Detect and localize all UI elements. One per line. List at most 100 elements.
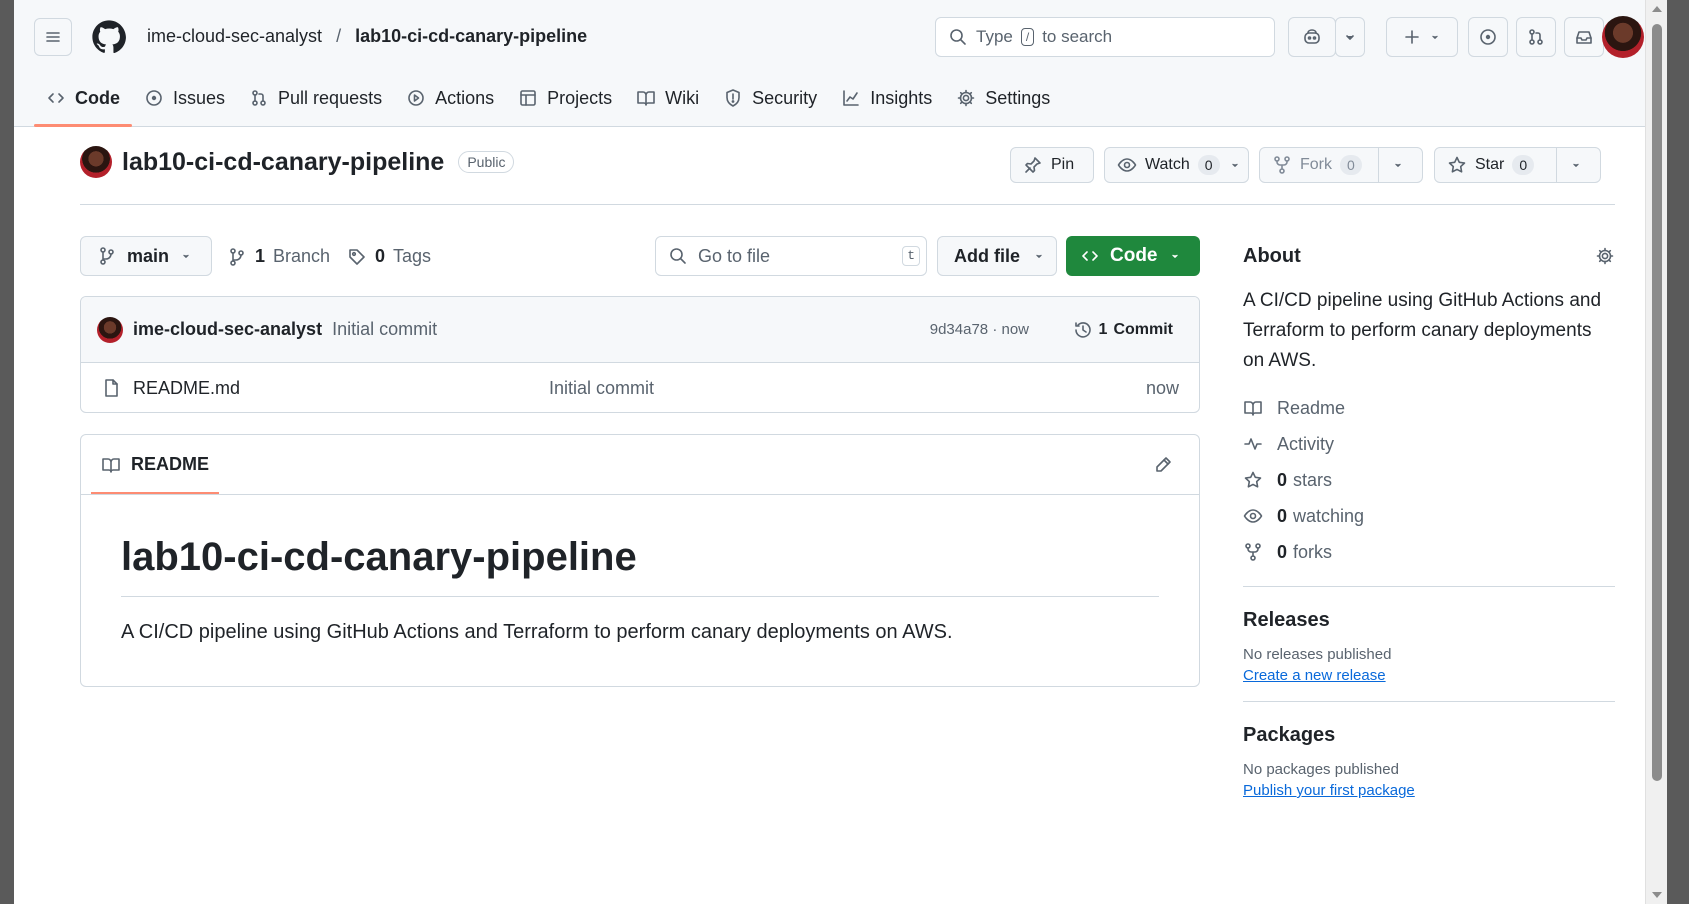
file-commit-message[interactable]: Initial commit: [549, 378, 654, 399]
repo-nav-tabs: Code Issues Pull requests Actions Projec…: [34, 80, 1062, 127]
commit-author[interactable]: ime-cloud-sec-analyst: [133, 319, 322, 340]
watching-link[interactable]: 0 watching: [1243, 498, 1615, 534]
pencil-icon: [1156, 457, 1171, 472]
star-dropdown[interactable]: [1556, 148, 1595, 182]
branch-selector[interactable]: main: [80, 236, 212, 276]
search-input[interactable]: Type / to search: [935, 17, 1275, 57]
tab-pull-requests[interactable]: Pull requests: [237, 80, 394, 116]
scrollbar-thumb[interactable]: [1652, 24, 1662, 781]
add-file-button[interactable]: Add file: [937, 236, 1057, 276]
fork-dropdown[interactable]: [1378, 148, 1417, 182]
pin-button[interactable]: Pin: [1010, 147, 1094, 183]
breadcrumb-owner-link[interactable]: ime-cloud-sec-analyst: [147, 26, 322, 47]
tab-issues[interactable]: Issues: [132, 80, 237, 116]
releases-heading[interactable]: Releases: [1243, 609, 1615, 632]
github-logo-icon[interactable]: [90, 18, 128, 56]
copilot-dropdown-button[interactable]: [1335, 17, 1365, 57]
publish-package-link[interactable]: Publish your first package: [1243, 782, 1415, 799]
create-release-link[interactable]: Create a new release: [1243, 667, 1386, 684]
readme-link[interactable]: Readme: [1243, 390, 1615, 426]
activity-link[interactable]: Activity: [1243, 426, 1615, 462]
copilot-button[interactable]: [1288, 17, 1336, 57]
commits-history-link[interactable]: 1 Commit: [1073, 320, 1173, 340]
tab-code[interactable]: Code: [34, 80, 132, 127]
star-icon: [1448, 156, 1466, 173]
chevron-down-icon: [1231, 163, 1238, 167]
code-icon: [1082, 251, 1098, 261]
tab-security[interactable]: Security: [711, 80, 829, 116]
owner-avatar[interactable]: [80, 146, 112, 178]
eye-icon: [1117, 158, 1137, 172]
commit-author-avatar[interactable]: [97, 316, 123, 343]
tab-wiki[interactable]: Wiki: [624, 80, 711, 116]
scroll-up-arrow-icon[interactable]: [1652, 6, 1662, 12]
add-file-label: Add file: [954, 245, 1020, 266]
readme-body: A CI/CD pipeline using GitHub Actions an…: [121, 621, 953, 643]
packages-heading[interactable]: Packages: [1243, 724, 1615, 747]
readme-panel: README lab10-ci-cd-canary-pipeline A CI/…: [80, 434, 1200, 687]
pull-requests-button[interactable]: [1516, 17, 1556, 57]
tab-label: Pull requests: [278, 87, 383, 108]
watch-button[interactable]: Watch 0: [1104, 147, 1249, 183]
fork-label: Fork: [1300, 156, 1332, 173]
forks-link[interactable]: 0 forks: [1243, 534, 1615, 570]
tags-link[interactable]: 0 Tags: [347, 246, 431, 267]
readme-tab-label: README: [131, 454, 210, 474]
search-placeholder-before: Type: [976, 27, 1013, 46]
commit-sha-time[interactable]: 9d34a78 · now: [930, 321, 1029, 338]
branches-link[interactable]: 1 Branch: [227, 246, 330, 267]
go-to-file-placeholder: Go to file: [698, 245, 771, 266]
forks-count: 0: [1277, 541, 1288, 562]
scrollbar[interactable]: [1645, 0, 1667, 904]
latest-commit-row: ime-cloud-sec-analyst Initial commit 9d3…: [81, 297, 1199, 363]
gear-icon[interactable]: [1595, 246, 1615, 266]
readme-link-label: Readme: [1277, 397, 1346, 418]
tab-label: Settings: [985, 87, 1051, 108]
fork-button[interactable]: Fork 0: [1259, 147, 1423, 183]
menu-button[interactable]: [34, 18, 72, 56]
readme-divider: [81, 494, 1199, 495]
branches-count: 1: [255, 246, 266, 266]
scroll-down-arrow-icon[interactable]: [1652, 892, 1662, 898]
issue-icon: [1480, 29, 1496, 45]
edit-readme-button[interactable]: [1153, 455, 1173, 480]
commit-message[interactable]: Initial commit: [332, 319, 437, 340]
tab-projects[interactable]: Projects: [506, 80, 624, 116]
star-icon: [1244, 471, 1262, 488]
repo-title-row: lab10-ci-cd-canary-pipeline Public: [80, 146, 515, 178]
inbox-button[interactable]: [1564, 17, 1604, 57]
commits-label: Commit: [1113, 320, 1173, 338]
issues-button[interactable]: [1468, 17, 1508, 57]
sidebar-divider: [1243, 586, 1615, 587]
readme-heading: lab10-ci-cd-canary-pipeline: [121, 535, 637, 579]
file-icon: [105, 379, 118, 397]
code-button[interactable]: Code: [1066, 236, 1200, 276]
pull-request-icon: [1529, 29, 1543, 45]
sidebar-divider: [1243, 701, 1615, 702]
stars-link[interactable]: 0 stars: [1243, 462, 1615, 498]
breadcrumb-repo-link[interactable]: lab10-ci-cd-canary-pipeline: [355, 26, 587, 47]
branch-icon: [230, 247, 244, 266]
about-description: A CI/CD pipeline using GitHub Actions an…: [1243, 290, 1602, 371]
table-row: README.md Initial commit now: [81, 363, 1199, 412]
tab-label: Security: [752, 87, 818, 108]
file-name-link[interactable]: README.md: [133, 378, 240, 399]
tab-settings[interactable]: Settings: [944, 80, 1062, 116]
copilot-icon: [1304, 29, 1320, 44]
chevron-down-icon: [1432, 35, 1438, 39]
star-button[interactable]: Star 0: [1434, 147, 1601, 183]
shield-icon: [726, 89, 740, 107]
create-new-button[interactable]: [1386, 17, 1458, 57]
chevron-down-icon: [1171, 254, 1178, 258]
pin-icon: [1025, 157, 1041, 173]
repo-title[interactable]: lab10-ci-cd-canary-pipeline: [122, 148, 444, 177]
star-label: Star: [1475, 156, 1505, 173]
user-avatar[interactable]: [1602, 16, 1644, 58]
watch-label: Watch: [1145, 156, 1190, 173]
tab-actions[interactable]: Actions: [394, 80, 506, 116]
go-to-file-input[interactable]: Go to file t: [655, 236, 927, 276]
readme-tab[interactable]: README: [90, 435, 220, 495]
browser-page: ime-cloud-sec-analyst / lab10-ci-cd-cana…: [14, 0, 1667, 904]
tab-insights[interactable]: Insights: [829, 80, 944, 116]
watch-count: 0: [1197, 155, 1220, 175]
